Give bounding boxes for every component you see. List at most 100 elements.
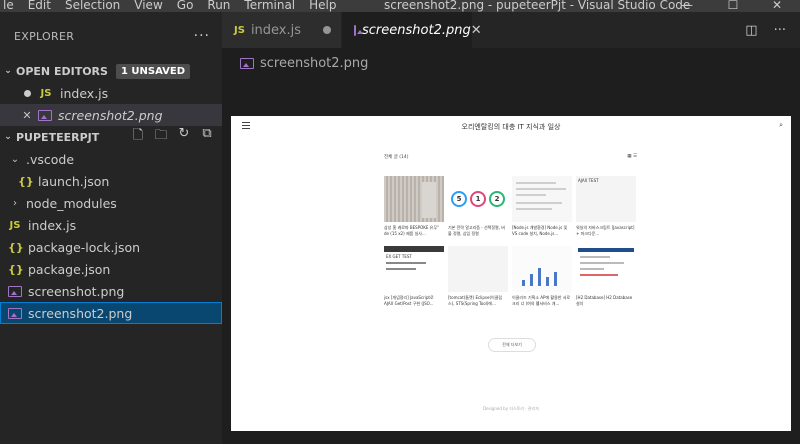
window-title: screenshot2.png - pupeteerPjt - Visual S… bbox=[384, 0, 691, 12]
post-row: 삼성 홈 캐로파 BESPOKE 유무" de (15 x2) 제품 실사...… bbox=[384, 176, 637, 236]
post-thumbnail bbox=[512, 246, 572, 292]
post-card: [tomcat(톰캣) Eclipse(이클립스), STS(Spring To… bbox=[448, 246, 508, 306]
close-icon[interactable]: ✕ bbox=[20, 109, 34, 122]
image-file-icon bbox=[240, 57, 254, 69]
menu-file[interactable]: le bbox=[0, 0, 21, 12]
open-editor-label: screenshot2.png bbox=[58, 107, 163, 123]
new-file-icon[interactable]: 🗋 bbox=[131, 126, 145, 148]
post-thumbnail: EX GET TEST bbox=[384, 246, 444, 292]
tree-item-launch-json[interactable]: {} launch.json bbox=[0, 170, 222, 192]
tree-item-label: .vscode bbox=[26, 151, 75, 167]
tree-item-label: package.json bbox=[28, 261, 111, 277]
open-editor-screenshot2[interactable]: ✕ screenshot2.png bbox=[0, 104, 222, 126]
new-folder-icon[interactable]: 🗀 bbox=[154, 126, 168, 148]
menu-terminal[interactable]: Terminal bbox=[237, 0, 302, 12]
js-file-icon: JS bbox=[234, 24, 245, 36]
explorer-sidebar: EXPLORER ··· ⌄ OPEN EDITORS 1 UNSAVED JS… bbox=[0, 12, 222, 444]
tree-item-label: index.js bbox=[28, 217, 77, 233]
tree-item-label: launch.json bbox=[38, 173, 110, 189]
post-title: [Node.js 개발환경] Node.js 및 VS code 설치, Nod… bbox=[512, 225, 568, 236]
tree-item-label: node_modules bbox=[26, 195, 117, 211]
tab-index-js[interactable]: JS index.js bbox=[222, 12, 342, 48]
open-editors-label: OPEN EDITORS bbox=[16, 64, 108, 78]
tree-item-index-js[interactable]: JS index.js bbox=[0, 214, 222, 236]
post-card: [H2 Database] H2 Database 설치 bbox=[576, 246, 636, 306]
maximize-icon[interactable]: ☐ bbox=[710, 0, 756, 12]
open-editors-section[interactable]: ⌄ OPEN EDITORS 1 UNSAVED bbox=[0, 60, 222, 82]
menu-help[interactable]: Help bbox=[302, 0, 343, 12]
menu-edit[interactable]: Edit bbox=[21, 0, 58, 12]
image-file-icon bbox=[354, 24, 363, 36]
more-actions-icon[interactable]: ··· bbox=[194, 28, 210, 44]
post-thumbnail bbox=[512, 176, 572, 222]
post-title: [tomcat(톰캣) Eclipse(이클립스), STS(Spring To… bbox=[448, 295, 503, 306]
search-icon: ⌕ bbox=[779, 121, 783, 129]
unsaved-dot-icon[interactable] bbox=[323, 26, 331, 34]
post-thumbnail: AJAX TEST bbox=[576, 176, 636, 222]
more-posts-button: 전체 더보기 bbox=[488, 338, 536, 352]
json-file-icon: {} bbox=[18, 174, 34, 188]
menu-selection[interactable]: Selection bbox=[58, 0, 127, 12]
tab-label: screenshot2.png bbox=[362, 22, 471, 38]
hamburger-icon bbox=[242, 122, 250, 131]
post-title: 이클리즈 기획소 AP에 활용한 서로크리 너 (여의 웰서비스 개... bbox=[512, 295, 571, 306]
collapse-all-icon[interactable]: ⧉ bbox=[200, 126, 214, 148]
post-thumbnail bbox=[448, 246, 508, 292]
explorer-header: EXPLORER ··· bbox=[0, 12, 222, 60]
unsaved-badge: 1 UNSAVED bbox=[115, 63, 191, 79]
post-row: EX GET TEST jsx [개념정리] JavaScript로 AJAX … bbox=[384, 246, 637, 306]
tab-screenshot2[interactable]: screenshot2.png ✕ bbox=[342, 12, 482, 48]
tree-item-vscode[interactable]: ⌄ .vscode bbox=[0, 148, 222, 170]
close-window-icon[interactable]: ✕ bbox=[754, 0, 800, 12]
image-file-icon bbox=[8, 285, 22, 297]
json-file-icon: {} bbox=[8, 262, 24, 276]
refresh-icon[interactable]: ↻ bbox=[177, 126, 191, 148]
menu-view[interactable]: View bbox=[127, 0, 169, 12]
post-card: 5 1 2 기본 전략 알고리즘 - 선택정렬, 버블 정렬, 삽입 정렬 bbox=[448, 176, 508, 236]
preview-header: 오리엔탈킹의 대충 IT 지식과 일상 ⌕ bbox=[231, 116, 791, 138]
menu-run[interactable]: Run bbox=[200, 0, 237, 12]
chevron-down-icon: ⌄ bbox=[4, 66, 12, 76]
site-title: 오리엔탈킹의 대충 IT 지식과 일상 bbox=[461, 123, 561, 131]
tree-item-package-json[interactable]: {} package.json bbox=[0, 258, 222, 280]
image-preview: 오리엔탈킹의 대충 IT 지식과 일상 ⌕ 전체 글 (14) ▦ ☰ 삼성 홈… bbox=[231, 116, 791, 431]
breadcrumb-file[interactable]: screenshot2.png bbox=[260, 56, 368, 71]
tab-label: index.js bbox=[250, 22, 302, 38]
tree-item-node-modules[interactable]: › node_modules bbox=[0, 192, 222, 214]
tree-item-label: package-lock.json bbox=[28, 239, 141, 255]
chevron-right-icon: › bbox=[13, 197, 17, 209]
tree-item-screenshot[interactable]: screenshot.png bbox=[0, 280, 222, 302]
tree-item-label: screenshot2.png bbox=[28, 305, 133, 321]
split-editor-icon[interactable]: ◫ bbox=[745, 23, 757, 38]
unsaved-dot-icon[interactable] bbox=[20, 87, 34, 100]
breadcrumb: screenshot2.png bbox=[222, 48, 800, 78]
open-editor-label: index.js bbox=[60, 85, 109, 101]
title-bar: le Edit Selection View Go Run Terminal H… bbox=[0, 0, 800, 12]
post-card: AJAX TEST 워실의 자바스크립트 [Javascript] + 마크다운… bbox=[576, 176, 636, 236]
post-title: 삼성 홈 캐로파 BESPOKE 유무" de (15 x2) 제품 실사... bbox=[384, 225, 439, 236]
more-actions-icon[interactable]: ··· bbox=[774, 23, 786, 38]
post-thumbnail: 5 1 2 bbox=[448, 176, 508, 222]
folder-section[interactable]: ⌄ PUPETEERPJT 🗋 🗀 ↻ ⧉ bbox=[0, 126, 222, 148]
post-title: 워실의 자바스크립트 [Javascript] + 마크다운... bbox=[576, 225, 635, 236]
menu-go[interactable]: Go bbox=[170, 0, 201, 12]
open-editor-index-js[interactable]: JS index.js bbox=[0, 82, 222, 104]
post-card: [Node.js 개발환경] Node.js 및 VS code 설치, Nod… bbox=[512, 176, 572, 236]
json-file-icon: {} bbox=[8, 240, 24, 254]
image-file-icon bbox=[38, 109, 52, 121]
editor-actions: ◫ ··· bbox=[745, 12, 800, 48]
post-card: 이클리즈 기획소 AP에 활용한 서로크리 너 (여의 웰서비스 개... bbox=[512, 246, 572, 306]
editor-tabs: JS index.js screenshot2.png ✕ ◫ ··· bbox=[222, 12, 800, 48]
image-file-icon bbox=[8, 307, 22, 319]
tree-item-label: screenshot.png bbox=[28, 283, 125, 299]
tree-item-package-lock[interactable]: {} package-lock.json bbox=[0, 236, 222, 258]
tree-item-screenshot2[interactable]: screenshot2.png bbox=[0, 302, 222, 324]
vscode-window: le Edit Selection View Go Run Terminal H… bbox=[0, 0, 800, 444]
minimize-icon[interactable]: — bbox=[664, 0, 710, 12]
post-title: [H2 Database] H2 Database 설치 bbox=[576, 295, 633, 306]
close-icon[interactable]: ✕ bbox=[471, 23, 482, 38]
post-thumbnail bbox=[576, 246, 636, 292]
chevron-down-icon: ⌄ bbox=[10, 153, 20, 165]
chevron-down-icon: ⌄ bbox=[4, 132, 12, 142]
post-title: jsx [개념정리] JavaScript로 AJAX Get/Post 구현 … bbox=[384, 295, 434, 306]
